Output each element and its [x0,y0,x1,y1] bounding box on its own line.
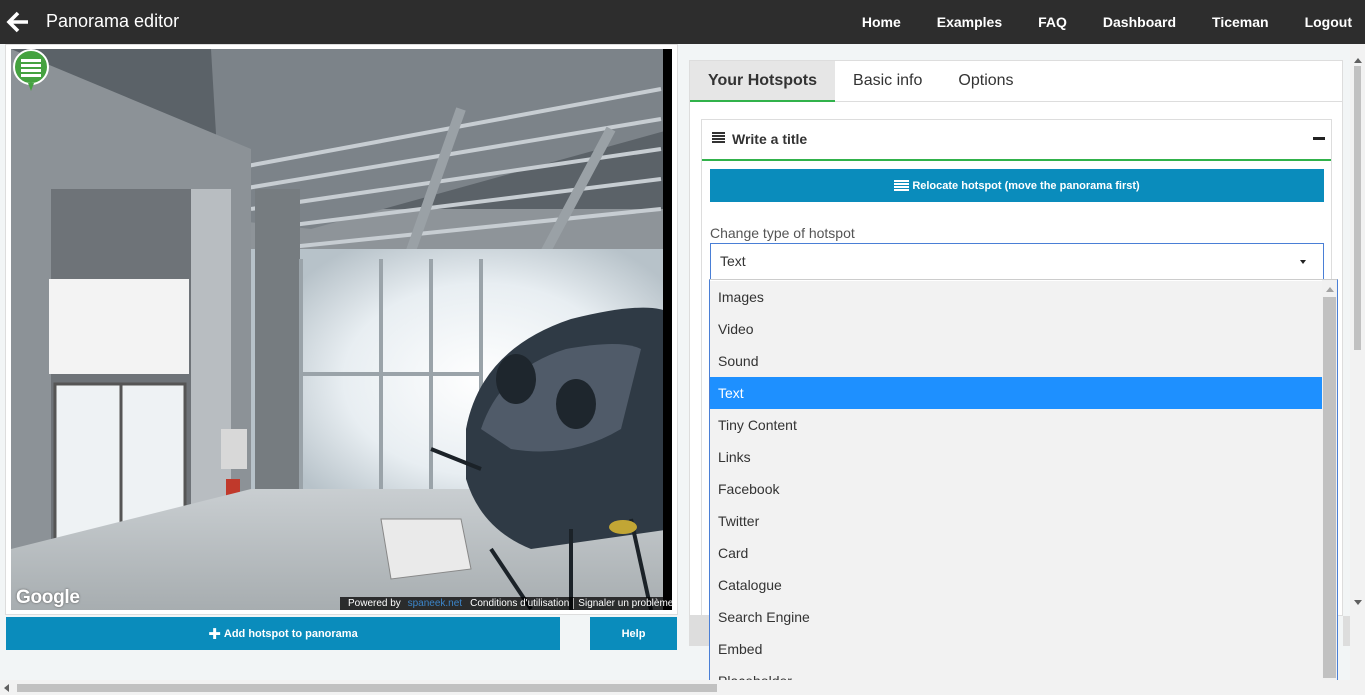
panorama-footer: Powered by spaneek.net Conditions d'util… [340,597,672,610]
report-problem-link[interactable]: Signaler un problème [574,598,672,609]
nav-faq[interactable]: FAQ [1015,0,1080,44]
relocate-label: Relocate hotspot (move the panorama firs… [912,179,1140,192]
tab-basic-info[interactable]: Basic info [835,61,940,102]
selected-type: Text [720,253,746,269]
panorama-edge [663,49,672,610]
hotspot-type-label: Change type of hotspot [710,225,855,241]
plus-icon: ✚ [208,625,221,643]
accordion-header[interactable]: Write a title [702,120,1331,161]
option-catalogue[interactable]: Catalogue [710,569,1323,601]
powered-by-label: Powered by spaneek.net [348,598,463,609]
scrollbar-thumb[interactable] [1354,66,1361,350]
collapse-icon[interactable] [1313,137,1325,140]
nav-logout[interactable]: Logout [1282,0,1365,44]
panorama-viewer[interactable]: Google Powered by spaneek.net Conditions… [11,49,672,610]
option-text[interactable]: Text [710,377,1323,409]
option-video[interactable]: Video [710,313,1323,345]
nav-user[interactable]: Ticeman [1189,0,1282,44]
page-scrollbar[interactable] [1350,44,1365,680]
scrollbar-thumb[interactable] [17,684,717,692]
back-arrow-icon[interactable] [6,10,30,34]
dropdown-scrollbar[interactable] [1322,280,1337,694]
list-icon [894,180,910,191]
scroll-left-icon[interactable] [4,684,9,692]
option-embed[interactable]: Embed [710,633,1323,665]
google-logo: Google [16,587,80,608]
horizontal-scrollbar[interactable] [0,680,1365,695]
conditions-link[interactable]: Conditions d'utilisation [466,598,573,609]
main-nav: Home Examples FAQ Dashboard Ticeman Logo… [839,0,1365,44]
option-links[interactable]: Links [710,441,1323,473]
hotspot-type-select[interactable]: Text [710,243,1324,280]
panorama-frame: Google Powered by spaneek.net Conditions… [5,44,678,615]
option-card[interactable]: Card [710,537,1323,569]
option-twitter[interactable]: Twitter [710,505,1323,537]
hotspot-type-dropdown: Images Video Sound Text Tiny Content Lin… [709,279,1338,695]
nav-dashboard[interactable]: Dashboard [1080,0,1189,44]
option-search-engine[interactable]: Search Engine [710,601,1323,633]
nav-examples[interactable]: Examples [914,0,1015,44]
brand-link[interactable]: spaneek.net [408,598,463,609]
option-images[interactable]: Images [710,281,1323,313]
scroll-up-icon[interactable] [1326,287,1334,292]
tab-your-hotspots[interactable]: Your Hotspots [690,61,836,102]
list-icon [712,132,725,143]
help-button[interactable]: Help [590,617,677,650]
hotspot-marker-icon[interactable] [11,49,51,91]
dropdown-options: Images Video Sound Text Tiny Content Lin… [710,281,1323,694]
add-hotspot-label: Add hotspot to panorama [223,627,358,640]
relocate-hotspot-button[interactable]: Relocate hotspot (move the panorama firs… [710,169,1324,202]
scroll-up-icon[interactable] [1354,58,1362,63]
panel-tabs: Your Hotspots Basic info Options [690,61,1342,102]
chevron-down-icon [1300,260,1306,264]
option-facebook[interactable]: Facebook [710,473,1323,505]
app-title: Panorama editor [46,11,180,31]
tab-options[interactable]: Options [940,61,1031,102]
hotspot-title: Write a title [732,131,808,147]
nav-home[interactable]: Home [839,0,914,44]
option-tiny-content[interactable]: Tiny Content [710,409,1323,441]
top-nav-bar: Panorama editor Home Examples FAQ Dashbo… [0,0,1365,44]
add-hotspot-button[interactable]: ✚ Add hotspot to panorama [6,617,560,650]
panorama-image [11,49,672,610]
scroll-down-icon[interactable] [1354,600,1362,605]
option-sound[interactable]: Sound [710,345,1323,377]
scrollbar-thumb[interactable] [1323,297,1336,678]
